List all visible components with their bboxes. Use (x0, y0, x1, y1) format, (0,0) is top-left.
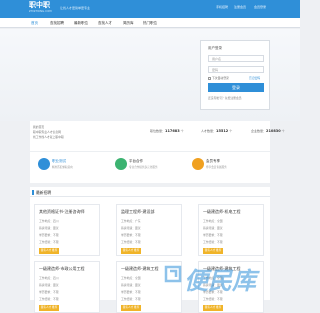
login-box: 用户登录 用户名 密码 下次自动登录 忘记密码 登录 还没有帐号？免费注册会员 (200, 40, 270, 110)
mobile-jobs-link[interactable]: 手机招聘 (216, 5, 228, 9)
watermark-icon (164, 265, 182, 283)
nav-find-talent[interactable]: 查找人才 (98, 21, 112, 26)
job-education: 学历要求：不限 (39, 290, 59, 294)
job-location: 工作地点：全国 (203, 219, 223, 223)
nav-home[interactable]: 首页 (31, 21, 38, 26)
job-location: 工作地点：全国 (121, 276, 141, 280)
recommend-button[interactable]: 我有人才 推荐 (39, 305, 59, 311)
feature-strip: 职业测试 精准匹配求职意向 平台合作 专业合作提供多元化服务 会员专享 尊享会员… (30, 151, 270, 183)
job-card[interactable]: 监理工程师-建设部 工作地点：广东 薪资待遇：面议 学历要求：不限 工作经验：不… (116, 204, 182, 256)
nav-latest-jobs[interactable]: 最新职位 (74, 21, 88, 26)
job-salary: 薪资待遇：面议 (203, 226, 223, 230)
remember-label: 下次自动登录 (212, 76, 229, 80)
job-experience: 工作经验：不限 (39, 297, 59, 301)
stats-bar: 我的首页 职中职专业人才信息网 找工作找人才就上职中职 职位数量：117683 … (30, 121, 285, 151)
section-title: 最新招聘 (36, 190, 52, 195)
stat-jobs: 职位数量：117683 个 (150, 129, 184, 133)
section-header: 最新招聘 (30, 187, 270, 197)
job-experience: 工作经验：不限 (121, 240, 141, 244)
password-input[interactable]: 密码 (208, 66, 264, 73)
register-prompt[interactable]: 还没有帐号？免费注册会员 (208, 96, 242, 100)
stat-companies: 企业数量：210830 个 (251, 129, 285, 133)
checkbox-icon[interactable] (208, 76, 211, 80)
intro-line: 我的首页 (33, 125, 45, 129)
feature-membership[interactable]: 会员专享 尊享会员专属服务 (192, 157, 262, 179)
stat-value: 210830 (266, 129, 281, 133)
forgot-password-link[interactable]: 忘记密码 (249, 76, 260, 80)
remember-checkbox[interactable]: 下次自动登录 (208, 76, 229, 80)
recommend-button[interactable]: 我有人才 推荐 (203, 305, 223, 311)
login-button[interactable]: 登录 (208, 83, 264, 92)
register-link[interactable]: 注册会员 (234, 5, 246, 9)
stat-talent: 人才数量：15512 个 (201, 129, 233, 133)
feature-partnership[interactable]: 平台合作 专业合作提供多元化服务 (115, 157, 185, 179)
feature-desc: 尊享会员专属服务 (206, 166, 227, 169)
crown-icon (192, 158, 204, 170)
job-location: 工作地点：四川 (39, 276, 59, 280)
job-education: 学历要求：不限 (39, 233, 59, 237)
feature-desc: 精准匹配求职意向 (52, 166, 73, 169)
compass-icon (38, 158, 50, 170)
feature-career-test[interactable]: 职业测试 精准匹配求职意向 (38, 157, 108, 179)
login-title: 用户登录 (208, 46, 222, 50)
watermark-text: 便民库 (184, 267, 256, 295)
job-card[interactable]: 一级建造师-市政公用工程 工作地点：四川 薪资待遇：面议 学历要求：不限 工作经… (34, 261, 100, 313)
job-salary: 薪资待遇：面议 (121, 283, 141, 287)
job-title[interactable]: 其他资格证书-注册咨询师 (39, 209, 84, 215)
feature-title: 职业测试 (52, 159, 66, 163)
job-card[interactable]: 其他资格证书-注册咨询师 工作地点：四川 薪资待遇：面议 学历要求：不限 工作经… (34, 204, 100, 256)
recommend-button[interactable]: 我有人才 推荐 (39, 248, 59, 254)
job-card[interactable]: 一级建造师-机电工程 工作地点：全国 薪资待遇：面议 学历要求：不限 工作经验：… (198, 204, 264, 256)
top-bar: 职中职 ZHIZHONG.COM 让找人才更简单更专业 手机招聘 注册会员 会员… (0, 0, 300, 18)
job-location: 工作地点：四川 (39, 219, 59, 223)
intro-line: 职中职专业人才信息网 (33, 130, 61, 134)
job-experience: 工作经验：不限 (203, 297, 223, 301)
logo-title: 职中职 (29, 1, 50, 9)
job-salary: 薪资待遇：面议 (39, 283, 59, 287)
feature-desc: 专业合作提供多元化服务 (129, 166, 158, 169)
stat-value: 117683 (165, 129, 180, 133)
nav-hot-jobs[interactable]: 热门职位 (143, 21, 157, 26)
handshake-icon (115, 158, 127, 170)
recommend-button[interactable]: 我有人才 推荐 (121, 305, 141, 311)
nav-find-jobs[interactable]: 查找招聘 (50, 21, 64, 26)
stat-value: 15512 (216, 129, 229, 133)
job-title[interactable]: 监理工程师-建设部 (121, 209, 154, 215)
job-location: 工作地点：广东 (121, 219, 141, 223)
site-slogan: 让找人才更简单更专业 (60, 6, 91, 10)
section-accent (32, 190, 34, 195)
logo-subtitle: ZHIZHONG.COM (29, 10, 52, 13)
job-salary: 薪资待遇：面议 (39, 226, 59, 230)
intro-line: 找工作找人才就上职中职 (33, 135, 64, 139)
site-logo[interactable]: 职中职 ZHIZHONG.COM (29, 2, 61, 15)
nav-resumes[interactable]: 简历库 (123, 21, 134, 26)
job-salary: 薪资待遇：面议 (121, 226, 141, 230)
job-education: 学历要求：不限 (121, 233, 141, 237)
recommend-button[interactable]: 我有人才 推荐 (203, 248, 223, 254)
job-experience: 工作经验：不限 (203, 240, 223, 244)
job-experience: 工作经验：不限 (39, 240, 59, 244)
username-input[interactable]: 用户名 (208, 55, 264, 62)
feature-title: 会员专享 (206, 159, 220, 163)
job-experience: 工作经验：不限 (121, 297, 141, 301)
job-education: 学历要求：不限 (121, 290, 141, 294)
job-education: 学历要求：不限 (203, 233, 223, 237)
login-link[interactable]: 会员登录 (254, 5, 266, 9)
recommend-button[interactable]: 我有人才 推荐 (121, 248, 141, 254)
job-title[interactable]: 一级建造师-市政公用工程 (39, 266, 84, 272)
job-title[interactable]: 一级建造师-建筑工程 (121, 266, 158, 272)
feature-title: 平台合作 (129, 159, 143, 163)
job-title[interactable]: 一级建造师-机电工程 (203, 209, 240, 215)
main-nav: 首页 查找招聘 最新职位 查找人才 简历库 热门职位 (0, 18, 300, 28)
